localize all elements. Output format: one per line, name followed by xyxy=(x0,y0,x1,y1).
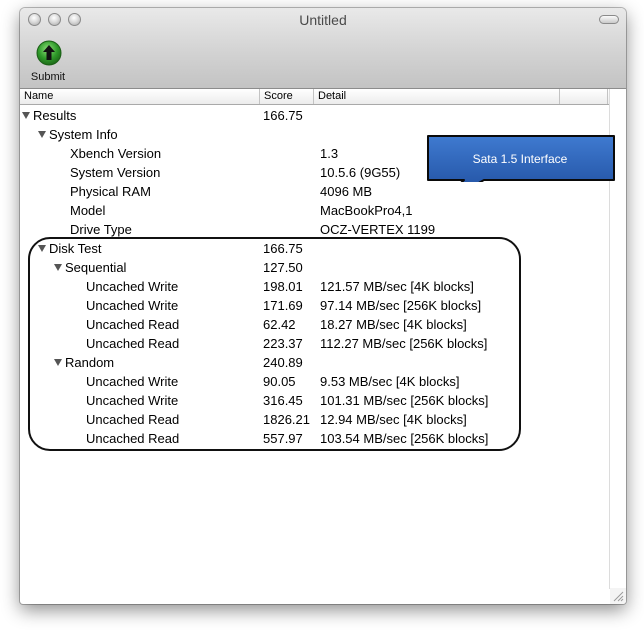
resize-grip-icon xyxy=(613,591,624,602)
disclosure-triangle-icon[interactable] xyxy=(22,112,30,119)
row-label: Model xyxy=(70,203,106,218)
column-header-name[interactable]: Name xyxy=(20,89,260,104)
disk-test-highlight-outline xyxy=(28,237,521,451)
submit-label: Submit xyxy=(30,71,66,83)
callout-text: Sata 1.5 Interface xyxy=(472,152,568,166)
row-name: Model xyxy=(70,201,105,220)
row-detail: 4096 MB xyxy=(320,184,373,199)
row-detail: MacBookPro4,1 xyxy=(320,203,413,218)
row-label: Physical RAM xyxy=(70,184,151,199)
window-title: Untitled xyxy=(299,12,347,28)
column-header-score[interactable]: Score xyxy=(260,89,314,104)
outline-row[interactable]: Results 166.75 xyxy=(20,106,610,125)
row-name: Results xyxy=(22,106,76,125)
sata-interface-callout: Sata 1.5 Interface xyxy=(424,134,616,182)
row-label: Results xyxy=(33,108,77,123)
column-header-detail[interactable]: Detail xyxy=(314,89,560,104)
row-label: System Version xyxy=(70,165,161,180)
resize-grip[interactable] xyxy=(610,588,626,604)
row-name: Xbench Version xyxy=(70,144,161,163)
green-up-arrow-icon xyxy=(36,40,62,66)
row-label: System Info xyxy=(49,127,118,142)
submit-button[interactable]: Submit xyxy=(24,40,72,86)
disclosure-triangle-icon[interactable] xyxy=(38,131,46,138)
row-name: System Info xyxy=(38,125,118,144)
row-detail: 10.5.6 (9G55) xyxy=(320,165,401,180)
outline-row[interactable]: Model MacBookPro4,1 xyxy=(20,201,610,220)
column-header-empty xyxy=(560,89,608,104)
toolbar-toggle-button[interactable] xyxy=(599,15,619,24)
table-header: Name Score Detail xyxy=(20,89,626,105)
row-score: 166.75 xyxy=(263,108,303,123)
row-name: System Version xyxy=(70,163,160,182)
row-name: Physical RAM xyxy=(70,182,151,201)
row-label: Drive Type xyxy=(70,222,132,237)
row-label: Xbench Version xyxy=(70,146,162,161)
toolbar: Untitled Submit xyxy=(20,8,626,89)
row-detail: 1.3 xyxy=(320,146,339,161)
outline-row[interactable]: Physical RAM 4096 MB xyxy=(20,182,610,201)
